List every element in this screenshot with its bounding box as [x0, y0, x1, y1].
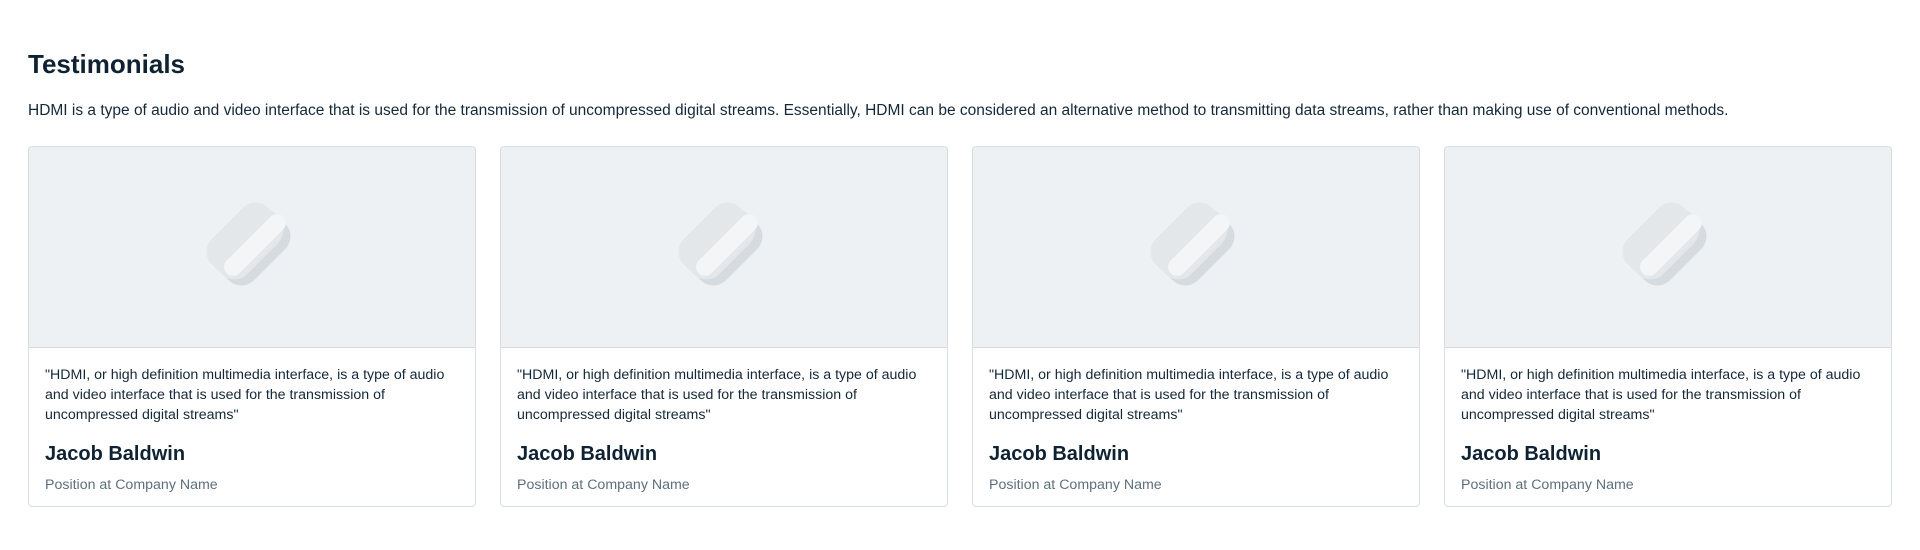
testimonial-quote: "HDMI, or high definition multimedia int… — [517, 367, 917, 423]
card-image — [973, 147, 1419, 348]
image-placeholder-icon — [678, 202, 763, 286]
person-name: Jacob Baldwin — [989, 443, 1130, 465]
testimonials-section: Testimonials HDMI is a type of audio and… — [0, 0, 1920, 550]
section-description: HDMI is a type of audio and video interf… — [28, 102, 1729, 119]
testimonial-quote: "HDMI, or high definition multimedia int… — [989, 367, 1389, 423]
person-position: Position at Company Name — [517, 477, 690, 493]
testimonial-quote: "HDMI, or high definition multimedia int… — [45, 367, 445, 423]
person-name: Jacob Baldwin — [517, 443, 658, 465]
testimonial-card: "HDMI, or high definition multimedia int… — [1444, 146, 1892, 507]
section-title: Testimonials — [28, 49, 186, 79]
person-name: Jacob Baldwin — [1461, 443, 1602, 465]
image-placeholder-icon — [206, 202, 291, 286]
testimonial-cards: "HDMI, or high definition multimedia int… — [28, 146, 1892, 507]
testimonial-card: "HDMI, or high definition multimedia int… — [500, 146, 948, 507]
card-body: "HDMI, or high definition multimedia int… — [1445, 348, 1891, 494]
person-position: Position at Company Name — [45, 477, 218, 493]
testimonial-quote: "HDMI, or high definition multimedia int… — [1461, 367, 1861, 423]
person-name: Jacob Baldwin — [45, 443, 186, 465]
card-body: "HDMI, or high definition multimedia int… — [501, 348, 947, 494]
image-placeholder-icon — [1150, 202, 1235, 286]
testimonial-card: "HDMI, or high definition multimedia int… — [28, 146, 476, 507]
person-position: Position at Company Name — [989, 477, 1162, 493]
card-body: "HDMI, or high definition multimedia int… — [973, 348, 1419, 494]
card-image — [29, 147, 475, 348]
person-position: Position at Company Name — [1461, 477, 1634, 493]
card-image — [501, 147, 947, 348]
image-placeholder-icon — [1622, 202, 1707, 286]
testimonial-card: "HDMI, or high definition multimedia int… — [972, 146, 1420, 507]
card-image — [1445, 147, 1891, 348]
card-body: "HDMI, or high definition multimedia int… — [29, 348, 475, 494]
